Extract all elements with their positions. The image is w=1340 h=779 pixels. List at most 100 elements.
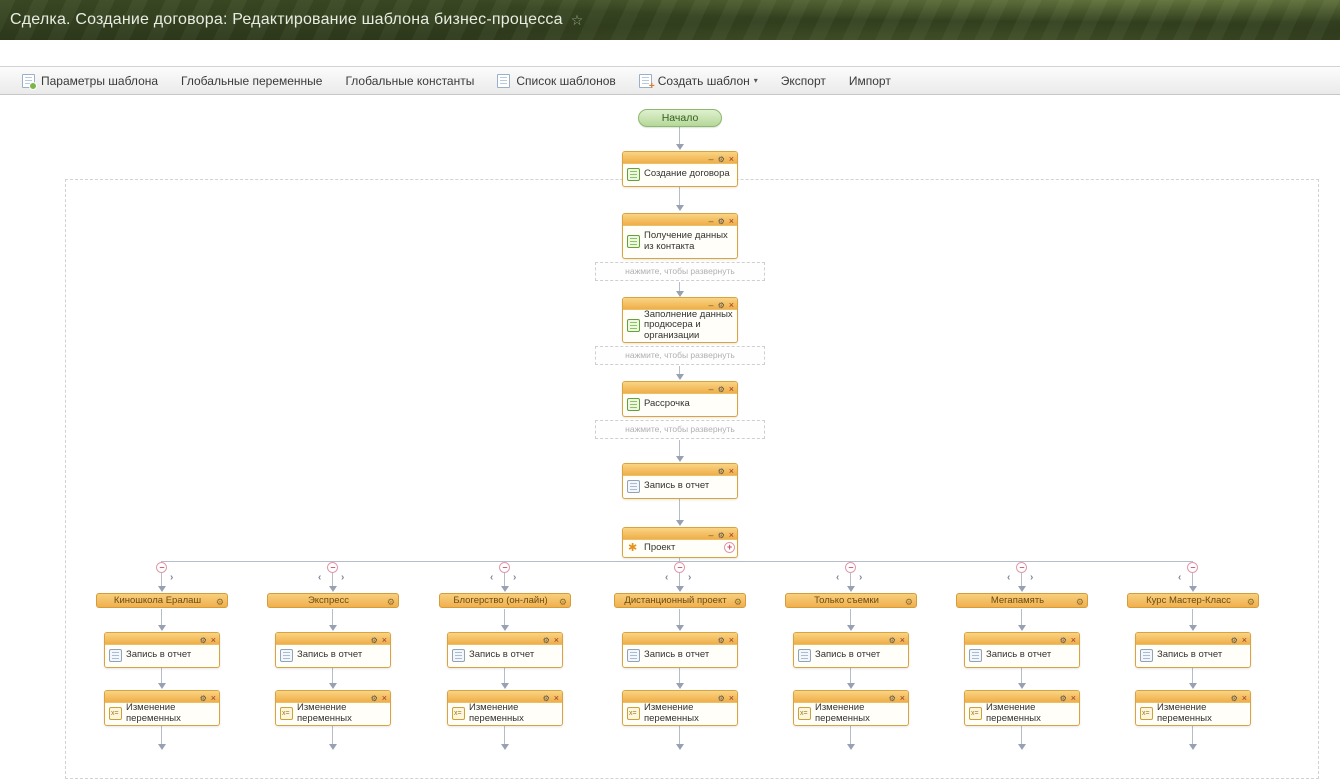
block-get-contact-data[interactable]: Получение данных из контакта bbox=[622, 213, 738, 259]
gear-icon[interactable] bbox=[905, 596, 913, 608]
branch-title-bar[interactable]: Киношкола Ералаш bbox=[96, 593, 228, 608]
block-title: Изменение переменных bbox=[1157, 703, 1246, 724]
arrowhead-icon bbox=[329, 586, 337, 592]
block-title: Изменение переменных bbox=[469, 703, 558, 724]
arrowhead-icon bbox=[676, 144, 684, 150]
variables-block[interactable]: Изменение переменных bbox=[275, 690, 391, 726]
favorite-star-icon[interactable]: ☆ bbox=[571, 12, 584, 29]
start-node[interactable]: Начало bbox=[638, 109, 722, 127]
toolbar-item-export[interactable]: Экспорт bbox=[781, 74, 826, 88]
arrowhead-icon bbox=[847, 625, 855, 631]
collapse-branch-button[interactable] bbox=[1016, 562, 1027, 573]
collapse-branch-button[interactable] bbox=[1187, 562, 1198, 573]
variables-block[interactable]: Изменение переменных bbox=[793, 690, 909, 726]
toolbar-item-label: Глобальные переменные bbox=[181, 74, 322, 88]
report-block[interactable]: Запись в отчет bbox=[447, 632, 563, 668]
block-header bbox=[105, 633, 219, 645]
collapse-branch-button[interactable] bbox=[156, 562, 167, 573]
connector-line bbox=[332, 668, 333, 683]
project-icon bbox=[627, 542, 640, 555]
collapse-branch-button[interactable] bbox=[499, 562, 510, 573]
variables-icon bbox=[280, 707, 293, 720]
gear-icon[interactable] bbox=[1076, 596, 1084, 608]
collapse-branch-button[interactable] bbox=[674, 562, 685, 573]
arrowhead-icon bbox=[1189, 586, 1197, 592]
gear-icon[interactable] bbox=[559, 596, 567, 608]
chevron-left-icon[interactable] bbox=[836, 573, 839, 583]
toolbar-item-global-variables[interactable]: Глобальные переменные bbox=[181, 74, 322, 88]
block-header bbox=[623, 214, 737, 226]
variables-icon bbox=[969, 707, 982, 720]
arrowhead-icon bbox=[1189, 625, 1197, 631]
chevron-left-icon[interactable] bbox=[1007, 573, 1010, 583]
gear-icon[interactable] bbox=[387, 596, 395, 608]
chevron-right-icon[interactable] bbox=[170, 573, 173, 583]
toolbar-item-import[interactable]: Импорт bbox=[849, 74, 891, 88]
report-block[interactable]: Запись в отчет bbox=[964, 632, 1080, 668]
chevron-right-icon[interactable] bbox=[1030, 573, 1033, 583]
collapse-branch-button[interactable] bbox=[845, 562, 856, 573]
block-header bbox=[1136, 633, 1250, 645]
variables-block[interactable]: Изменение переменных bbox=[964, 690, 1080, 726]
arrowhead-icon bbox=[158, 683, 166, 689]
connector-line bbox=[332, 726, 333, 744]
connector-line bbox=[1021, 609, 1022, 625]
collapsed-area[interactable]: нажмите, чтобы развернуть bbox=[595, 262, 765, 281]
block-header bbox=[623, 382, 737, 394]
report-block[interactable]: Запись в отчет bbox=[104, 632, 220, 668]
chevron-right-icon[interactable] bbox=[688, 573, 691, 583]
branch-title-bar[interactable]: Мегапамять bbox=[956, 593, 1088, 608]
collapsed-area[interactable]: нажмите, чтобы развернуть bbox=[595, 420, 765, 439]
connector-line bbox=[1192, 726, 1193, 744]
branch-column: Курс Мастер-Класс Запись в отчет Изменен… bbox=[1127, 561, 1259, 751]
connector-line bbox=[1192, 668, 1193, 683]
variables-block[interactable]: Изменение переменных bbox=[447, 690, 563, 726]
arrowhead-icon bbox=[501, 744, 509, 750]
arrowhead-icon bbox=[329, 683, 337, 689]
block-installment[interactable]: Рассрочка bbox=[622, 381, 738, 417]
report-block[interactable]: Запись в отчет bbox=[793, 632, 909, 668]
gear-icon[interactable] bbox=[1247, 596, 1255, 608]
branch-title-bar[interactable]: Блогерство (он-лайн) bbox=[439, 593, 571, 608]
add-branch-button[interactable] bbox=[724, 542, 735, 553]
branch-title-bar[interactable]: Экспресс bbox=[267, 593, 399, 608]
variables-block[interactable]: Изменение переменных bbox=[104, 690, 220, 726]
branch-title-bar[interactable]: Дистанционный проект bbox=[614, 593, 746, 608]
toolbar-item-label: Создать шаблон bbox=[658, 74, 750, 88]
toolbar-item-global-constants[interactable]: Глобальные константы bbox=[345, 74, 474, 88]
block-header bbox=[623, 633, 737, 645]
block-title: Запись в отчет bbox=[1157, 650, 1222, 661]
block-header bbox=[623, 464, 737, 476]
report-block[interactable]: Запись в отчет bbox=[275, 632, 391, 668]
chevron-right-icon[interactable] bbox=[341, 573, 344, 583]
toolbar-item-template-list[interactable]: Список шаблонов bbox=[497, 74, 615, 88]
block-title: Запись в отчет bbox=[644, 650, 709, 661]
block-fill-producer-data[interactable]: Заполнение данных продюсера и организаци… bbox=[622, 297, 738, 343]
variables-icon bbox=[1140, 707, 1153, 720]
block-header bbox=[448, 633, 562, 645]
gear-icon[interactable] bbox=[216, 596, 224, 608]
block-create-document[interactable]: Создание договора bbox=[622, 151, 738, 187]
chevron-left-icon[interactable] bbox=[1178, 573, 1181, 583]
collapse-branch-button[interactable] bbox=[327, 562, 338, 573]
chevron-left-icon[interactable] bbox=[665, 573, 668, 583]
chevron-right-icon[interactable] bbox=[513, 573, 516, 583]
chevron-right-icon[interactable] bbox=[859, 573, 862, 583]
window-title-bar: Сделка. Создание договора: Редактировани… bbox=[0, 0, 1340, 40]
toolbar-item-template-params[interactable]: Параметры шаблона bbox=[22, 74, 158, 88]
block-title: Изменение переменных bbox=[815, 703, 904, 724]
variables-block[interactable]: Изменение переменных bbox=[622, 690, 738, 726]
chevron-left-icon[interactable] bbox=[318, 573, 321, 583]
report-block[interactable]: Запись в отчет bbox=[622, 632, 738, 668]
chevron-left-icon[interactable] bbox=[490, 573, 493, 583]
collapsed-area[interactable]: нажмите, чтобы развернуть bbox=[595, 346, 765, 365]
branch-title-bar[interactable]: Курс Мастер-Класс bbox=[1127, 593, 1259, 608]
block-project-condition[interactable]: Проект bbox=[622, 527, 738, 558]
gear-icon[interactable] bbox=[734, 596, 742, 608]
toolbar-item-create-template[interactable]: Создать шаблон▾ bbox=[639, 74, 758, 88]
report-block[interactable]: Запись в отчет bbox=[1135, 632, 1251, 668]
variables-block[interactable]: Изменение переменных bbox=[1135, 690, 1251, 726]
branch-title-bar[interactable]: Только съемки bbox=[785, 593, 917, 608]
block-report-entry[interactable]: Запись в отчет bbox=[622, 463, 738, 499]
connector-line bbox=[679, 499, 680, 520]
